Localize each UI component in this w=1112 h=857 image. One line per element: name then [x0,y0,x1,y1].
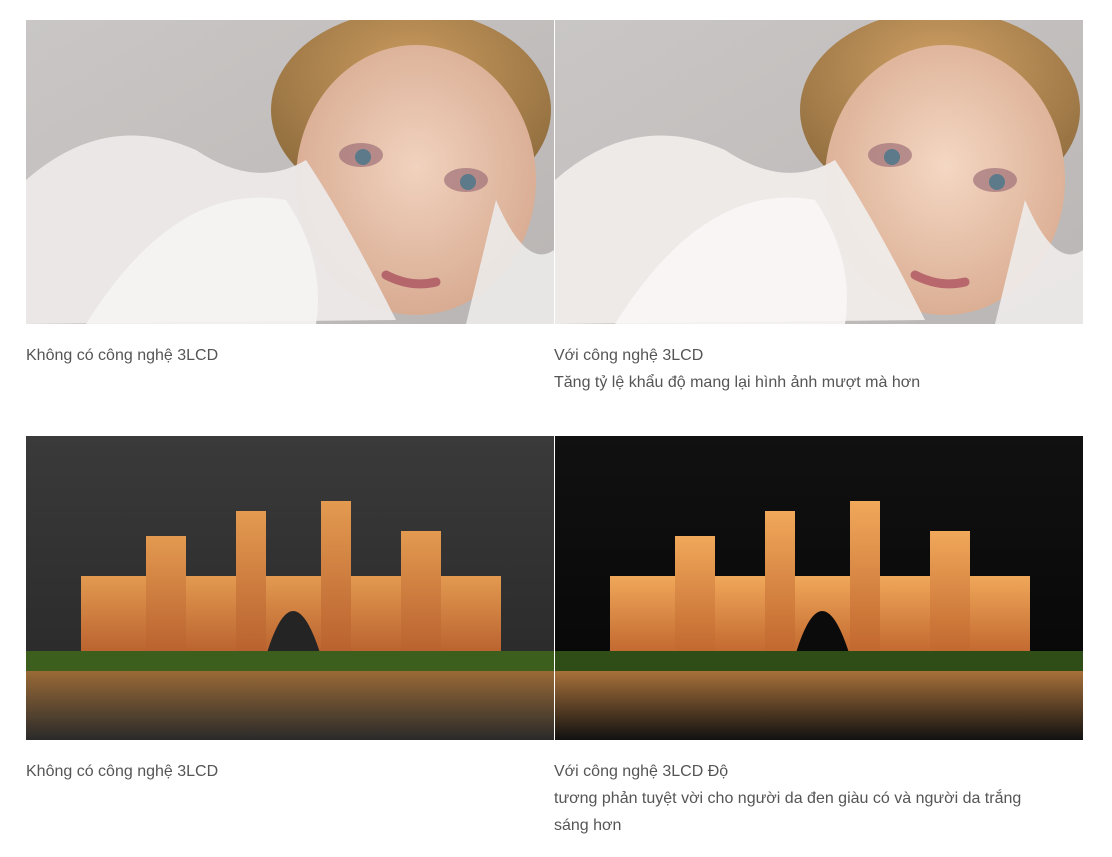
caption-line: Tăng tỷ lệ khẩu độ mang lại hình ảnh mượ… [554,374,921,391]
portrait-left-caption: Không có công nghệ 3LCD [26,342,218,369]
hotel-left-caption: Không có công nghệ 3LCD [26,758,218,785]
portrait-without-3lcd-image [26,20,555,324]
portrait-right-caption: Với công nghệ 3LCD Tăng tỷ lệ khẩu độ ma… [554,342,1094,396]
hotel-comparison-image [26,436,1083,740]
caption-line: Không có công nghệ 3LCD [26,347,219,364]
caption-line: Với công nghệ 3LCD [554,347,704,364]
caption-line: Với công nghệ 3LCD Độ [554,763,729,780]
hotel-with-3lcd-image [554,436,1084,740]
caption-line: sáng hơn [554,817,622,834]
caption-line: tương phản tuyệt vời cho người da đen gi… [554,790,1022,807]
hotel-right-caption: Với công nghệ 3LCD Độ tương phản tuyệt v… [554,758,1094,839]
hotel-without-3lcd-image [26,436,555,740]
portrait-with-3lcd-image [554,20,1084,324]
portrait-comparison-image [26,20,1083,324]
caption-line: Không có công nghệ 3LCD [26,763,219,780]
